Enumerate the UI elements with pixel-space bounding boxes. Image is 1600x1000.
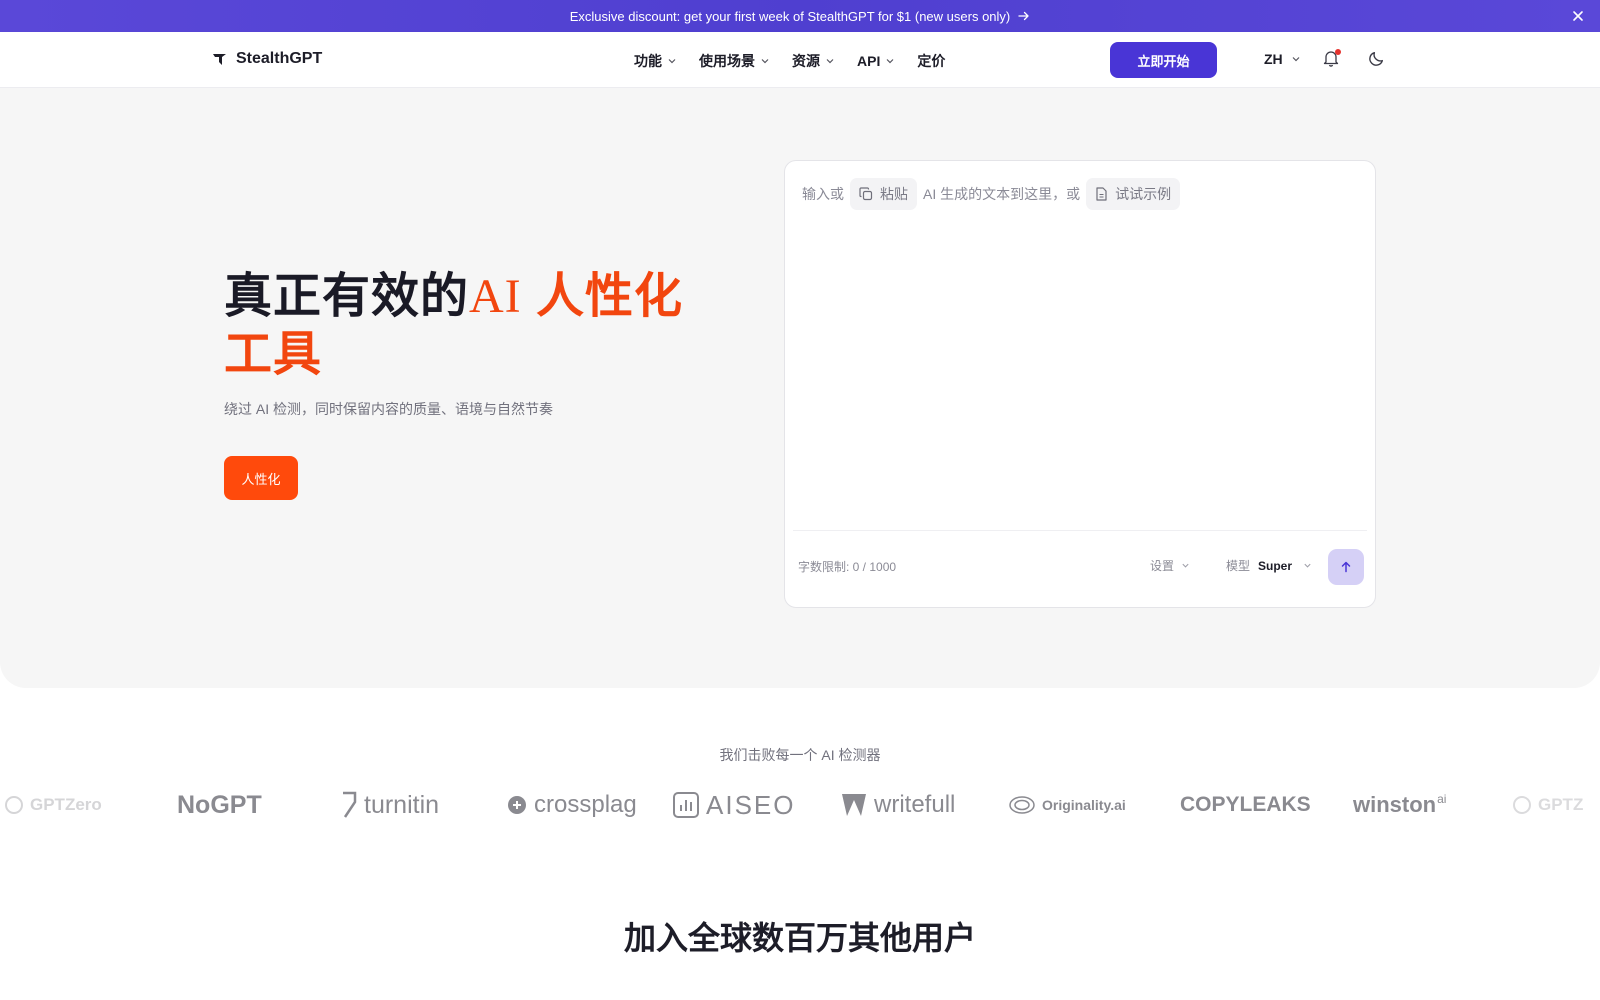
- text-editor-card: 输入或 粘贴 AI 生成的文本到这里，或 试试示例 字数限制: 0 / 1000…: [784, 160, 1376, 608]
- model-dropdown[interactable]: 模型 Super: [1226, 557, 1312, 574]
- turnitin-logo-icon: [343, 791, 357, 818]
- chevron-down-icon: [668, 59, 676, 64]
- menu-label: API: [857, 53, 881, 69]
- submit-button[interactable]: [1328, 549, 1364, 585]
- writefull-logo-icon: [842, 794, 866, 816]
- menu-item-use-cases[interactable]: 使用场景: [699, 51, 770, 71]
- main-menu: 功能 使用场景 资源 API 定价: [634, 51, 945, 71]
- try-sample-button[interactable]: 试试示例: [1086, 178, 1181, 210]
- detectors-heading: 我们击败每一个 AI 检测器: [719, 747, 881, 763]
- promo-link[interactable]: Exclusive discount: get your first week …: [570, 9, 1031, 24]
- logo-text: Originality.ai: [1042, 797, 1126, 813]
- sample-label: 试试示例: [1115, 186, 1172, 202]
- logo-suffix: ai: [1437, 792, 1447, 806]
- logo-gptzero-repeat: GPTZ: [1512, 785, 1583, 825]
- logo-text: AISEO: [706, 789, 796, 820]
- menu-label: 资源: [792, 53, 820, 69]
- gptzero-logo-icon: [5, 796, 23, 814]
- model-label: 模型: [1226, 559, 1251, 573]
- hero-title: 真正有效的AI 人性化工具: [224, 268, 724, 384]
- aiseo-logo-icon: [673, 792, 699, 818]
- close-icon[interactable]: [1570, 8, 1586, 24]
- hero-subtitle: 绕过 AI 检测，同时保留内容的质量、语境与自然节奏: [224, 401, 554, 417]
- brand-name: StealthGPT: [236, 50, 323, 67]
- logo-winston: winston ai: [1353, 785, 1446, 825]
- join-heading: 加入全球数百万其他用户: [623, 920, 976, 956]
- hero-section: 真正有效的AI 人性化工具 绕过 AI 检测，同时保留内容的质量、语境与自然节奏…: [0, 88, 1600, 688]
- logo-text: GPTZero: [30, 795, 102, 814]
- arrow-up-icon: [1341, 561, 1351, 573]
- language-selector[interactable]: ZH: [1264, 51, 1301, 67]
- arrow-right-icon: [1018, 11, 1029, 21]
- logo-originality: Originality.ai: [1008, 785, 1126, 825]
- logo-turnitin: turnitin: [340, 785, 439, 825]
- stealthgpt-logo-icon: [213, 54, 226, 65]
- menu-label: 功能: [634, 53, 662, 69]
- logo-text: crossplag: [534, 791, 637, 818]
- title-part1: 真正有效的: [224, 270, 470, 323]
- notification-dot: [1335, 49, 1341, 55]
- text-input-area[interactable]: [795, 221, 1365, 521]
- menu-item-resources[interactable]: 资源: [792, 51, 835, 71]
- menu-item-api[interactable]: API: [857, 53, 895, 69]
- menu-item-pricing[interactable]: 定价: [917, 51, 945, 71]
- logo-text: NoGPT: [177, 790, 262, 819]
- copy-icon: [859, 187, 873, 201]
- logo-crossplag: crossplag: [506, 785, 637, 825]
- logo-nogpt: NoGPT: [177, 785, 262, 825]
- logo-text: turnitin: [364, 790, 440, 819]
- character-limit: 字数限制: 0 / 1000: [798, 560, 897, 574]
- chevron-down-icon: [1304, 563, 1311, 568]
- logo-text: winston: [1353, 792, 1437, 817]
- moon-icon[interactable]: [1368, 50, 1385, 67]
- model-value: Super: [1258, 558, 1293, 573]
- menu-item-features[interactable]: 功能: [634, 51, 677, 71]
- chevron-down-icon: [761, 59, 769, 64]
- logo-copyleaks: COPYLEAKS: [1180, 785, 1311, 825]
- brand-logo[interactable]: StealthGPT: [212, 50, 322, 68]
- chevron-down-icon: [886, 59, 894, 64]
- top-nav: StealthGPT 功能 使用场景 资源 API 定价 立即开始 ZH: [0, 32, 1600, 88]
- editor-prompt: 输入或 粘贴 AI 生成的文本到这里，或 试试示例: [802, 178, 1181, 210]
- logo-gptzero: GPTZero: [4, 785, 102, 825]
- get-started-button[interactable]: 立即开始: [1110, 42, 1217, 78]
- crossplag-logo-icon: [508, 796, 526, 814]
- settings-dropdown[interactable]: 设置: [1150, 557, 1190, 574]
- gptzero-logo-icon: [1513, 796, 1531, 814]
- logo-text: writefull: [874, 791, 956, 818]
- chevron-down-icon: [826, 59, 834, 64]
- chevron-down-icon: [1292, 57, 1300, 62]
- editor-divider: [793, 530, 1367, 531]
- notifications-button[interactable]: [1323, 49, 1341, 69]
- prompt-text: 输入或: [802, 186, 844, 202]
- promo-banner[interactable]: Exclusive discount: get your first week …: [0, 0, 1600, 32]
- logo-aiseo: AISEO: [672, 785, 795, 825]
- logo-text: COPYLEAKS: [1180, 793, 1311, 816]
- menu-label: 使用场景: [699, 53, 755, 69]
- logo-text: GPTZ: [1538, 795, 1584, 814]
- humanize-button[interactable]: 人性化: [224, 456, 298, 500]
- menu-label: 定价: [917, 53, 946, 69]
- prompt-text: AI 生成的文本到这里，或: [923, 186, 1081, 202]
- language-code: ZH: [1264, 51, 1283, 67]
- title-ai: AI: [469, 270, 522, 323]
- paste-button[interactable]: 粘贴: [850, 178, 917, 210]
- originality-logo-icon: [1009, 796, 1035, 814]
- promo-text: Exclusive discount: get your first week …: [569, 8, 1011, 24]
- document-icon: [1096, 187, 1107, 201]
- settings-label: 设置: [1150, 559, 1175, 573]
- paste-label: 粘贴: [880, 186, 908, 202]
- chevron-down-icon: [1182, 563, 1189, 568]
- detector-logos: GPTZero NoGPT turnitin crossplag AISEO w…: [0, 785, 1600, 825]
- logo-writefull: writefull: [840, 785, 955, 825]
